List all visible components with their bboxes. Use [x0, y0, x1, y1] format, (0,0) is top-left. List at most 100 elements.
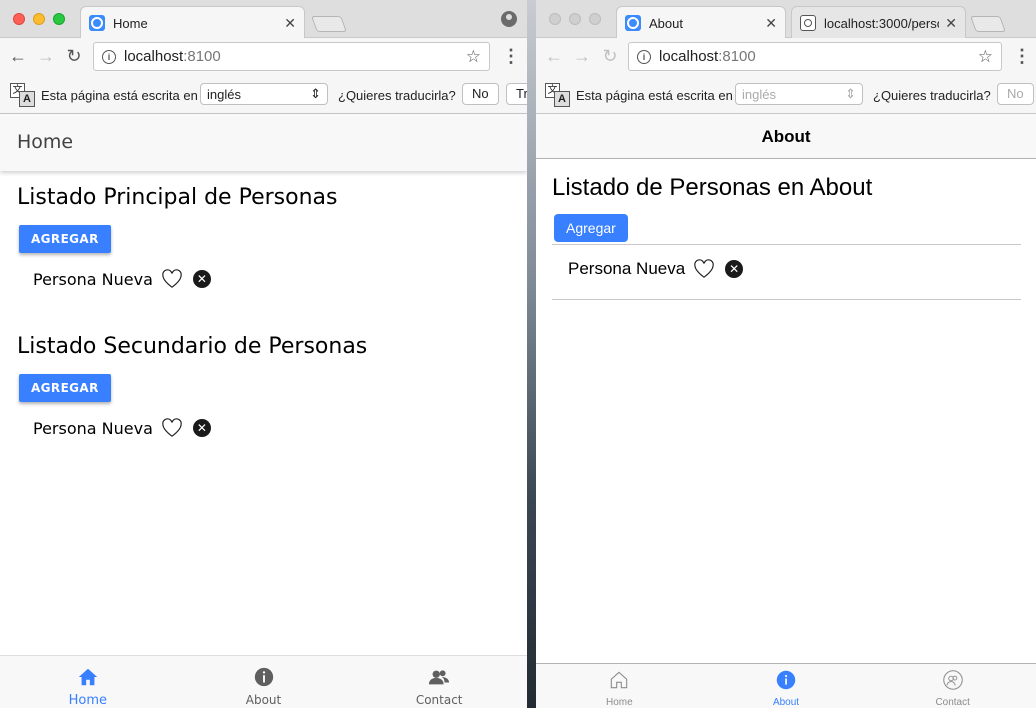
list-title: Listado de Personas en About	[552, 174, 873, 201]
page-title: About	[761, 127, 811, 146]
tab-label: Contact	[935, 697, 970, 708]
maximize-window-button[interactable]	[53, 13, 65, 25]
translate-button[interactable]: Tr	[506, 83, 527, 105]
address-bar[interactable]: i localhost:8100 ☆	[628, 42, 1002, 71]
browser-window-right: About ✕ localhost:3000/perso ✕ ← → ↻ i l…	[536, 0, 1036, 708]
tab-label: Home	[605, 697, 633, 708]
close-circle-icon[interactable]: ✕	[192, 270, 211, 288]
select-arrows-icon: ⇕	[845, 86, 856, 101]
page-content: Listado Principal de Personas AGREGAR Pe…	[0, 171, 527, 655]
language-select[interactable]: inglés ⇕	[735, 83, 863, 105]
browser-menu-icon[interactable]: ⋮	[1013, 46, 1031, 67]
tab-title: Home	[113, 15, 148, 31]
translate-bar: 文A Esta página está escrita en inglés ⇕ ¿…	[536, 75, 1036, 114]
close-window-button[interactable]	[549, 13, 561, 25]
heart-outline-icon[interactable]	[161, 269, 183, 289]
home-icon	[78, 668, 97, 686]
browser-menu-icon[interactable]: ⋮	[502, 46, 520, 67]
new-tab-button[interactable]	[970, 16, 1006, 32]
browser-toolbar: ← → ↻ i localhost:8100 ☆ ⋮	[536, 38, 1036, 75]
add-button-principal[interactable]: AGREGAR	[19, 225, 111, 253]
info-icon	[254, 667, 273, 687]
contacts-outline-icon	[942, 670, 963, 690]
window-controls	[13, 13, 65, 25]
section-title-secundario: Listado Secundario de Personas	[17, 334, 368, 359]
person-list: Persona Nueva ✕	[552, 244, 1021, 300]
browser-tab-home[interactable]: Home ✕	[80, 6, 305, 39]
tab-about[interactable]: About	[703, 664, 870, 708]
profile-icon[interactable]	[501, 11, 517, 27]
site-info-icon[interactable]: i	[102, 49, 116, 64]
bookmark-star-icon[interactable]: ☆	[978, 47, 993, 67]
tab-title: About	[649, 15, 683, 31]
list-item: Persona Nueva ✕	[33, 418, 211, 438]
browser-window-left: Home ✕ ← → ↻ i localhost:8100 ☆ ⋮ 文A Est…	[0, 0, 527, 708]
url-text: localhost:8100	[124, 48, 221, 65]
add-button[interactable]: Agregar	[554, 214, 628, 242]
translate-message: Esta página está escrita en	[41, 88, 198, 103]
translate-bar: 文A Esta página está escrita en inglés ⇕ ¿…	[0, 75, 527, 114]
close-tab-icon[interactable]: ✕	[945, 15, 957, 32]
close-tab-icon[interactable]: ✕	[765, 15, 777, 32]
window-controls	[549, 13, 601, 25]
language-select[interactable]: inglés ⇕	[200, 83, 328, 105]
section-title-principal: Listado Principal de Personas	[17, 185, 338, 210]
site-info-icon[interactable]: i	[637, 49, 651, 64]
ionic-favicon-icon	[89, 15, 105, 31]
forward-arrow-icon[interactable]: →	[35, 44, 57, 68]
close-circle-icon[interactable]: ✕	[192, 419, 211, 437]
reload-icon[interactable]: ↻	[599, 44, 621, 68]
tab-bar: Home About Contact	[536, 663, 1036, 708]
minimize-window-button[interactable]	[33, 13, 45, 25]
tab-strip: Home ✕	[0, 0, 527, 39]
page-header: Home	[0, 114, 527, 171]
tab-label: About	[772, 697, 800, 708]
tab-home[interactable]: Home	[536, 664, 703, 708]
select-arrows-icon: ⇕	[310, 86, 321, 101]
bookmark-star-icon[interactable]: ☆	[466, 47, 481, 67]
list-item: Persona Nueva ✕	[33, 269, 211, 289]
page-header: About	[536, 114, 1036, 159]
close-tab-icon[interactable]: ✕	[284, 15, 296, 32]
person-name: Persona Nueva	[33, 269, 153, 289]
close-circle-icon[interactable]: ✕	[725, 260, 744, 278]
heart-outline-icon[interactable]	[161, 418, 183, 438]
no-translate-button[interactable]: No	[997, 83, 1034, 105]
home-outline-icon	[611, 671, 628, 689]
tab-about[interactable]: About	[176, 656, 352, 708]
heart-outline-icon[interactable]	[693, 259, 715, 279]
back-arrow-icon[interactable]: ←	[7, 44, 29, 68]
maximize-window-button[interactable]	[589, 13, 601, 25]
person-name: Persona Nueva	[568, 259, 686, 278]
new-tab-button[interactable]	[311, 16, 347, 32]
translate-question: ¿Quieres traducirla?	[338, 88, 456, 103]
address-bar[interactable]: i localhost:8100 ☆	[93, 42, 490, 71]
contacts-icon	[429, 670, 450, 685]
tab-bar: Home About Contact	[0, 655, 527, 708]
desktop-background	[527, 0, 536, 708]
tab-contact[interactable]: Contact	[351, 656, 527, 708]
page-title: Home	[17, 131, 74, 153]
translate-icon: 文A	[545, 83, 571, 107]
no-translate-button[interactable]: No	[462, 83, 499, 105]
add-button-secundario[interactable]: AGREGAR	[19, 374, 111, 402]
tab-contact[interactable]: Contact	[869, 664, 1036, 708]
reload-icon[interactable]: ↻	[63, 44, 85, 68]
translate-question: ¿Quieres traducirla?	[873, 88, 991, 103]
tab-title: localhost:3000/perso	[824, 15, 940, 31]
back-arrow-icon[interactable]: ←	[543, 44, 565, 68]
tab-strip: About ✕ localhost:3000/perso ✕	[536, 0, 1036, 39]
close-window-button[interactable]	[13, 13, 25, 25]
browser-tab-localhost-3000[interactable]: localhost:3000/perso ✕	[791, 6, 966, 39]
info-icon	[776, 670, 796, 690]
browser-tab-about[interactable]: About ✕	[616, 6, 786, 39]
forward-arrow-icon[interactable]: →	[571, 44, 593, 68]
url-text: localhost:8100	[659, 48, 756, 65]
ionic-favicon-icon	[625, 15, 641, 31]
tab-label: Home	[68, 693, 108, 708]
tab-label: Contact	[415, 693, 463, 707]
translate-icon: 文A	[10, 83, 36, 107]
tab-home[interactable]: Home	[0, 656, 176, 708]
translate-message: Esta página está escrita en	[576, 88, 733, 103]
minimize-window-button[interactable]	[569, 13, 581, 25]
